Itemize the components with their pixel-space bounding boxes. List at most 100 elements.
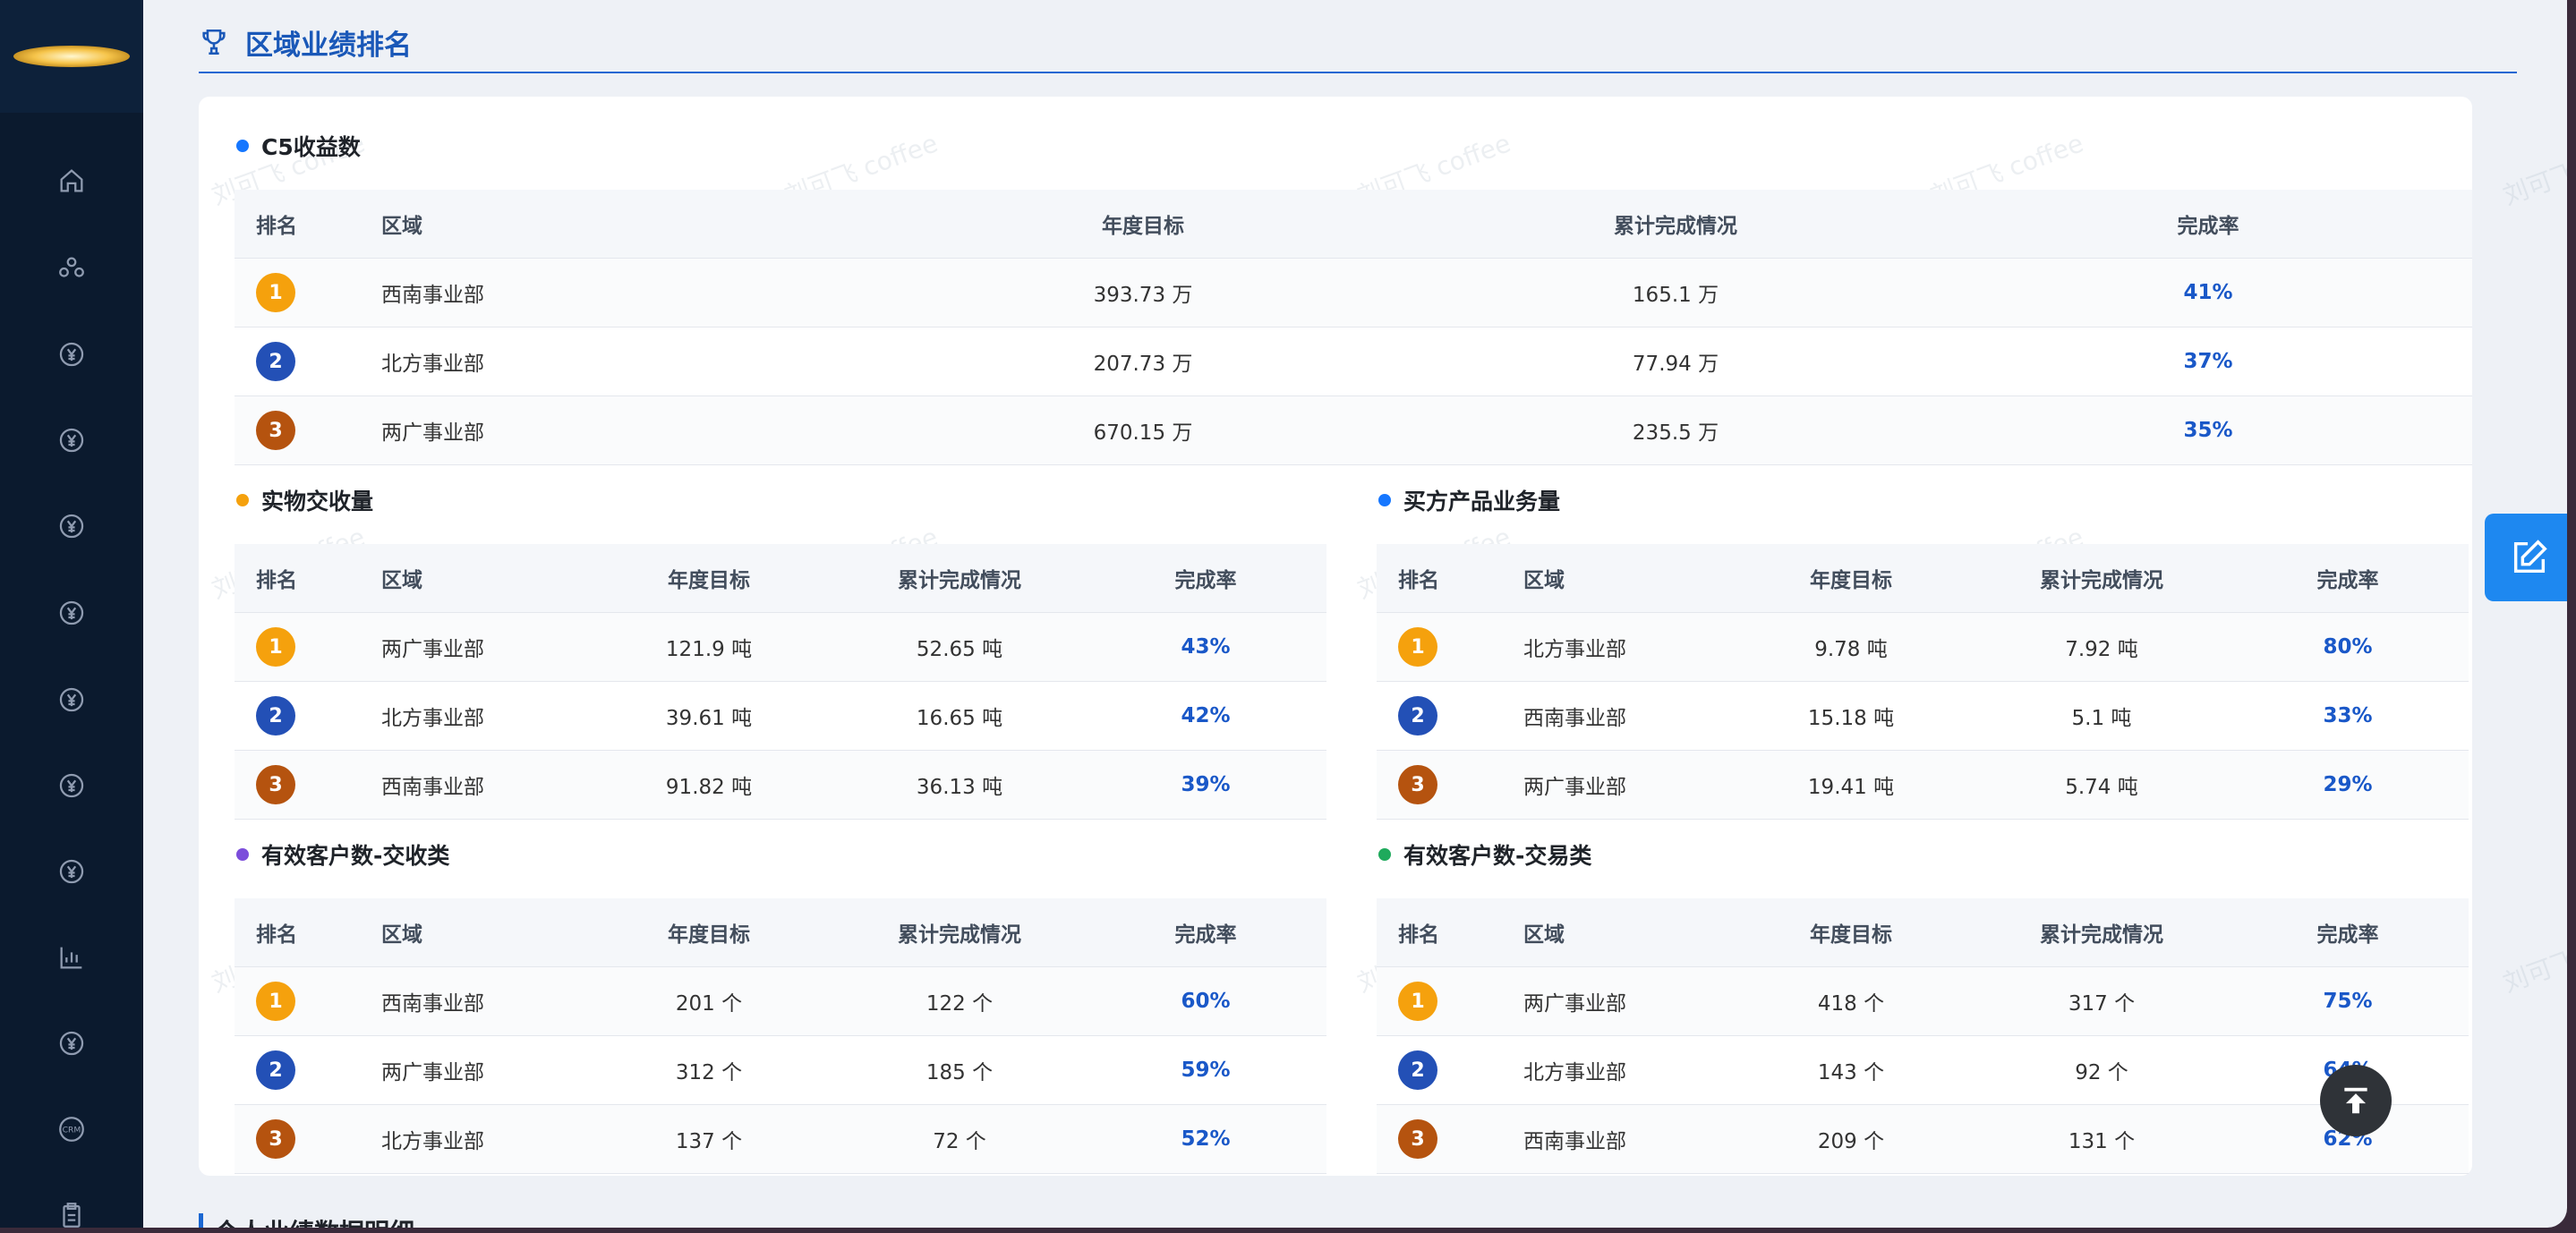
region-value: 两广事业部 [381, 638, 484, 661]
done-cell: 122 个 [834, 986, 1085, 1016]
column-header[interactable]: 年度目标 [1726, 563, 1976, 593]
rank-badge: 3 [256, 1119, 295, 1159]
target-value: 207.73 万 [1093, 353, 1193, 376]
rate-value: 59% [1181, 1059, 1231, 1082]
back-to-top-button[interactable] [2320, 1065, 2392, 1136]
column-header[interactable]: 完成率 [1944, 208, 2472, 239]
target-value: 312 个 [675, 1061, 743, 1084]
sidebar-item-5[interactable] [0, 499, 143, 553]
block-title-text: 买方产品业务量 [1403, 489, 1561, 514]
rate-value: 80% [2323, 635, 2373, 659]
column-header[interactable]: 累计完成情况 [834, 563, 1085, 593]
column-header[interactable]: 完成率 [2227, 563, 2469, 593]
rank-cell: 2 [1377, 1050, 1502, 1090]
table-row[interactable]: 3 西南事业部 91.82 吨 36.13 吨 39% [235, 751, 1326, 820]
sidebar-item-11[interactable] [0, 1016, 143, 1070]
sidebar-item-13[interactable] [0, 1188, 143, 1228]
sidebar-item-12[interactable]: CRM [0, 1102, 143, 1156]
rate-cell: 59% [1085, 1059, 1326, 1082]
sidebar-item-4[interactable] [0, 413, 143, 467]
block-title: 有效客户数-交易类 [1377, 834, 2469, 875]
column-header[interactable]: 累计完成情况 [1407, 208, 1944, 239]
table-row[interactable]: 3 西南事业部 209 个 131 个 62% [1377, 1105, 2469, 1174]
column-header[interactable]: 排名 [235, 208, 360, 239]
table-row[interactable]: 2北方事业部143 个92 个64% [1377, 1036, 2469, 1105]
column-header[interactable]: 完成率 [1085, 563, 1326, 593]
edit-icon [2513, 540, 2547, 574]
rank-cell: 3 [1377, 1119, 1502, 1159]
svg-text:CRM: CRM [63, 1126, 81, 1135]
rate-cell: 43% [1085, 635, 1326, 659]
column-header[interactable]: 累计完成情况 [1976, 917, 2227, 948]
done-cell: 36.13 吨 [834, 770, 1085, 800]
column-header[interactable]: 排名 [235, 563, 360, 593]
table-row[interactable]: 2 西南事业部 15.18 吨 5.1 吨 33% [1377, 682, 2469, 751]
rank-cell: 3 [1377, 765, 1502, 804]
sidebar-item-10[interactable] [0, 931, 143, 984]
column-header[interactable]: 排名 [235, 917, 360, 948]
table-row[interactable]: 3 两广事业部 19.41 吨 5.74 吨 29% [1377, 751, 2469, 820]
done-cell: 317 个 [1976, 986, 2227, 1016]
column-header[interactable]: 区域 [360, 563, 584, 593]
column-header[interactable]: 区域 [360, 917, 584, 948]
column-header[interactable]: 完成率 [2227, 917, 2469, 948]
rate-cell: 37% [1944, 350, 2472, 373]
column-header[interactable]: 区域 [360, 208, 879, 239]
done-value: 235.5 万 [1632, 421, 1719, 445]
target-value: 670.15 万 [1093, 421, 1193, 445]
edit-button[interactable] [2485, 514, 2567, 601]
table-row[interactable]: 1 西南事业部 201 个 122 个 60% [235, 967, 1326, 1036]
table-row[interactable]: 1 西南事业部 393.73 万 165.1 万 41% [235, 259, 2472, 327]
done-value: 5.1 吨 [2071, 707, 2132, 730]
column-header[interactable]: 排名 [1377, 563, 1502, 593]
column-header[interactable]: 累计完成情况 [834, 917, 1085, 948]
column-header[interactable]: 完成率 [1085, 917, 1326, 948]
yen-circle-icon [59, 514, 84, 539]
table-row[interactable]: 3 北方事业部 137 个 72 个 52% [235, 1105, 1326, 1174]
table-row[interactable]: 3 两广事业部 670.15 万 235.5 万 35% [235, 396, 2472, 465]
sidebar-item-1[interactable] [0, 154, 143, 208]
target-cell: 143 个 [1726, 1055, 1976, 1085]
rate-value: 42% [1181, 704, 1231, 727]
rank-cell: 3 [235, 765, 360, 804]
column-header[interactable]: 累计完成情况 [1976, 563, 2227, 593]
table-header: 排名 区域 年度目标 累计完成情况 完成率 [235, 898, 1326, 967]
column-header[interactable]: 年度目标 [879, 208, 1407, 239]
column-header[interactable]: 区域 [1502, 563, 1726, 593]
table-header: 排名 区域 年度目标 累计完成情况 完成率 [235, 544, 1326, 613]
sidebar-item-7[interactable] [0, 673, 143, 727]
rate-cell: 42% [1085, 704, 1326, 727]
personal-detail-title: 个人业绩数据明细 [199, 1213, 414, 1228]
table-row[interactable]: 2 北方事业部 207.73 万 77.94 万 37% [235, 327, 2472, 396]
done-value: 92 个 [2075, 1061, 2128, 1084]
sidebar-item-6[interactable] [0, 586, 143, 640]
table-row[interactable]: 1 两广事业部 418 个 317 个 75% [1377, 967, 2469, 1036]
rate-cell: 33% [2227, 704, 2469, 727]
table-row[interactable]: 2 北方事业部 39.61 吨 16.65 吨 42% [235, 682, 1326, 751]
target-value: 39.61 吨 [665, 707, 753, 730]
region-cell: 北方事业部 [1502, 1055, 1726, 1085]
sidebar-item-3[interactable] [0, 327, 143, 381]
home-icon [60, 169, 83, 192]
column-header[interactable]: 年度目标 [1726, 917, 1976, 948]
target-value: 137 个 [675, 1130, 743, 1153]
user-group-icon [59, 257, 84, 277]
table-row[interactable]: 1 两广事业部 121.9 吨 52.65 吨 43% [235, 613, 1326, 682]
sidebar: CRM [0, 0, 143, 1228]
column-header[interactable]: 排名 [1377, 917, 1502, 948]
rank-badge: 2 [1398, 696, 1437, 736]
sidebar-item-9[interactable] [0, 845, 143, 898]
column-header[interactable]: 年度目标 [584, 563, 834, 593]
column-header[interactable]: 区域 [1502, 917, 1726, 948]
sidebar-item-8[interactable] [0, 759, 143, 812]
watermark-text: 刘可飞 coffee [2499, 128, 2567, 211]
table-row[interactable]: 2 两广事业部 312 个 185 个 59% [235, 1036, 1326, 1105]
region-value: 北方事业部 [381, 1130, 484, 1153]
column-header[interactable]: 年度目标 [584, 917, 834, 948]
target-value: 15.18 吨 [1807, 707, 1895, 730]
rank-cell: 1 [235, 627, 360, 667]
table-row[interactable]: 1 北方事业部 9.78 吨 7.92 吨 80% [1377, 613, 2469, 682]
sidebar-item-2[interactable] [0, 242, 143, 295]
region-cell: 两广事业部 [360, 415, 879, 446]
done-value: 5.74 吨 [2065, 776, 2138, 799]
